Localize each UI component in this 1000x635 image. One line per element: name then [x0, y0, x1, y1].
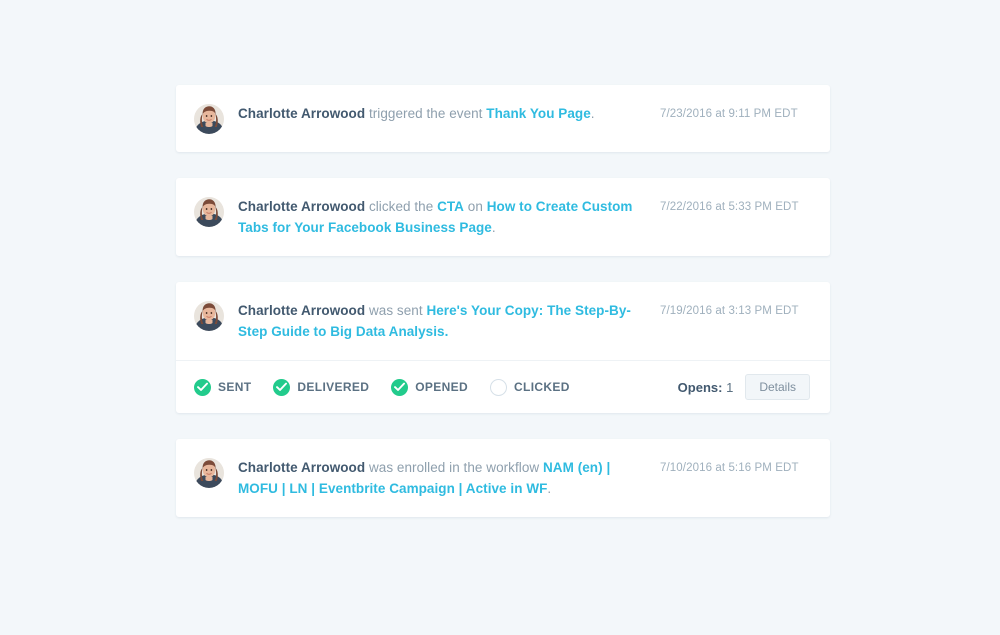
- user-avatar-photo-icon: [194, 104, 224, 134]
- event-timestamp: 7/19/2016 at 3:13 PM EDT: [660, 305, 799, 317]
- timeline-event-card: Charlotte Arrowood clicked the CTA on Ho…: [176, 178, 830, 256]
- event-message: Charlotte Arrowood was enrolled in the w…: [238, 457, 648, 499]
- event-summary-row: Charlotte Arrowood clicked the CTA on Ho…: [176, 178, 830, 256]
- opens-label: Opens:: [677, 379, 723, 395]
- event-cta-link[interactable]: CTA: [437, 199, 464, 214]
- check-circle-icon: [273, 378, 291, 396]
- event-action-text: was sent: [365, 303, 427, 318]
- event-summary-row: Charlotte Arrowood triggered the event T…: [176, 85, 830, 152]
- email-metrics: Opens: 1 Details: [678, 374, 810, 400]
- check-glyph-icon: [276, 382, 288, 391]
- avatar: [194, 104, 224, 134]
- event-timestamp: 7/22/2016 at 5:33 PM EDT: [660, 201, 799, 213]
- check-glyph-icon: [394, 382, 406, 391]
- email-status-opened[interactable]: OPENED: [391, 378, 469, 396]
- event-summary-row: Charlotte Arrowood was enrolled in the w…: [176, 439, 830, 517]
- user-avatar-photo-icon: [194, 301, 224, 331]
- details-button[interactable]: Details: [745, 374, 810, 400]
- email-status-list: SENT DELIVERED OPENED CLICKED: [194, 378, 678, 396]
- contact-name-link[interactable]: Charlotte Arrowood: [238, 106, 365, 121]
- opens-metric: Opens: 1: [678, 380, 734, 395]
- email-status-label: DELIVERED: [297, 380, 370, 394]
- event-summary-row: Charlotte Arrowood was sent Here's Your …: [176, 282, 830, 360]
- event-message-wrapper: Charlotte Arrowood was enrolled in the w…: [224, 457, 660, 499]
- event-message: Charlotte Arrowood clicked the CTA on Ho…: [238, 196, 648, 238]
- event-message-wrapper: Charlotte Arrowood triggered the event T…: [224, 103, 660, 124]
- email-status-row: SENT DELIVERED OPENED CLICKED Opens: 1 D…: [176, 360, 830, 413]
- event-suffix: .: [491, 220, 496, 235]
- avatar: [194, 458, 224, 488]
- empty-circle-icon: [490, 378, 508, 396]
- check-circle-icon: [391, 378, 409, 396]
- timeline-event-card: Charlotte Arrowood was enrolled in the w…: [176, 439, 830, 517]
- opens-count: 1: [726, 379, 734, 395]
- event-action-text: clicked the: [365, 199, 438, 214]
- email-status-label: OPENED: [415, 380, 469, 394]
- event-suffix: .: [547, 481, 552, 496]
- event-message-wrapper: Charlotte Arrowood was sent Here's Your …: [224, 300, 660, 342]
- contact-name-link[interactable]: Charlotte Arrowood: [238, 460, 365, 475]
- email-status-sent[interactable]: SENT: [194, 378, 252, 396]
- timeline-event-card: Charlotte Arrowood triggered the event T…: [176, 85, 830, 152]
- event-action-text-2: on: [464, 199, 487, 214]
- check-glyph-icon: [197, 382, 208, 391]
- event-message: Charlotte Arrowood triggered the event T…: [238, 103, 648, 124]
- email-status-label: CLICKED: [514, 380, 570, 394]
- event-timestamp: 7/23/2016 at 9:11 PM EDT: [660, 108, 798, 120]
- user-avatar-photo-icon: [194, 458, 224, 488]
- event-message: Charlotte Arrowood was sent Here's Your …: [238, 300, 648, 342]
- timeline-event-card: Charlotte Arrowood was sent Here's Your …: [176, 282, 830, 413]
- event-message-wrapper: Charlotte Arrowood clicked the CTA on Ho…: [224, 196, 660, 238]
- avatar: [194, 197, 224, 227]
- contact-name-link[interactable]: Charlotte Arrowood: [238, 199, 365, 214]
- event-action-text: was enrolled in the workflow: [365, 460, 543, 475]
- user-avatar-photo-icon: [194, 197, 224, 227]
- event-suffix: .: [590, 106, 595, 121]
- email-status-clicked[interactable]: CLICKED: [490, 378, 570, 396]
- event-action-text: triggered the event: [365, 106, 487, 121]
- email-status-delivered[interactable]: DELIVERED: [273, 378, 370, 396]
- event-timestamp: 7/10/2016 at 5:16 PM EDT: [660, 462, 799, 474]
- email-status-label: SENT: [218, 380, 252, 394]
- contact-name-link[interactable]: Charlotte Arrowood: [238, 303, 365, 318]
- avatar: [194, 301, 224, 331]
- check-circle-icon: [194, 378, 211, 396]
- activity-timeline: Charlotte Arrowood triggered the event T…: [176, 85, 830, 543]
- event-object-link[interactable]: Thank You Page: [486, 106, 590, 121]
